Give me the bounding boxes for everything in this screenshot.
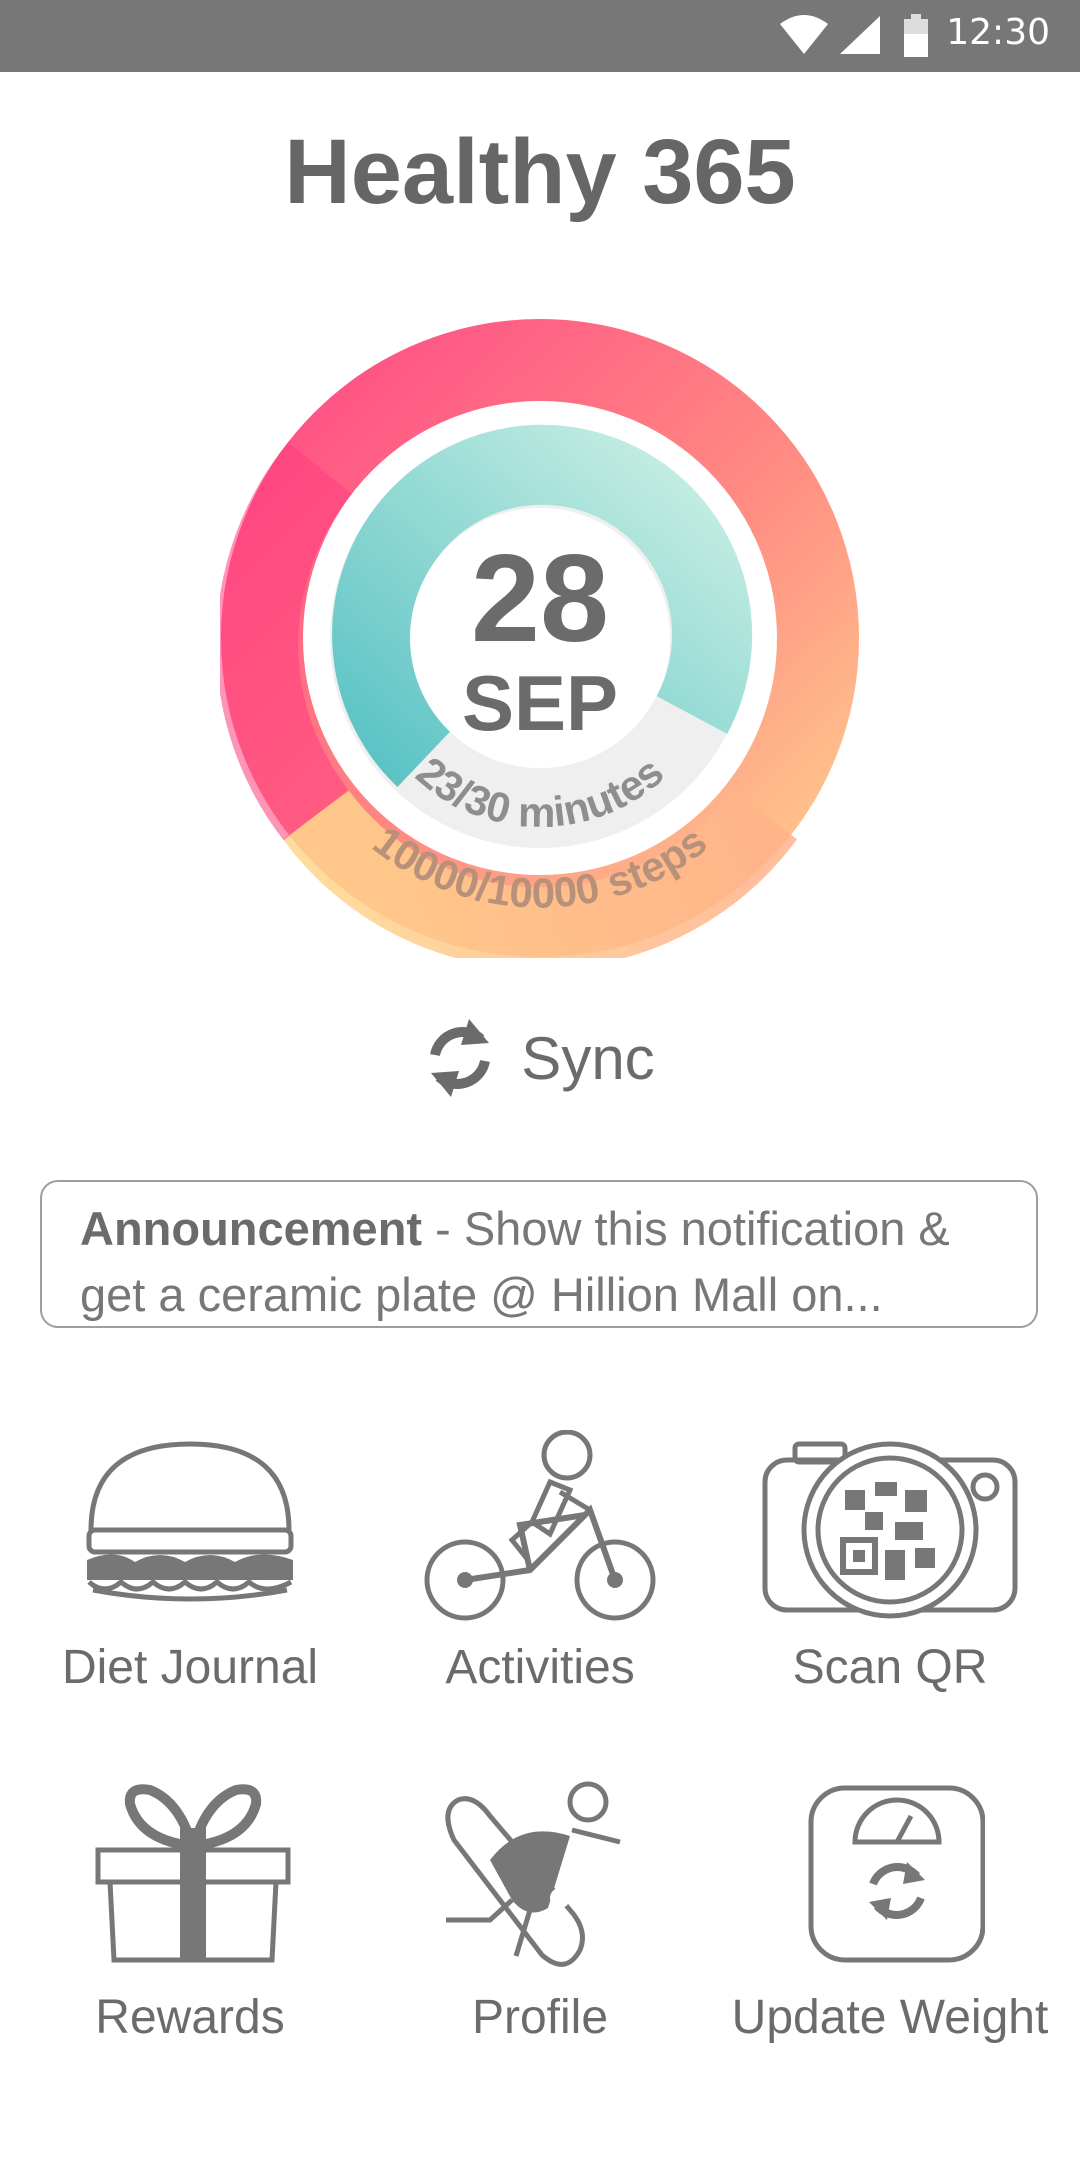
snowboarder-icon bbox=[445, 1781, 621, 1967]
sync-button[interactable]: Sync bbox=[0, 1008, 1080, 1108]
daily-progress-ring[interactable]: 23/30 minutes 10000/10000 steps 28 SEP bbox=[220, 318, 860, 958]
diet-journal-label: Diet Journal bbox=[61, 1641, 319, 1694]
profile-label: Profile bbox=[471, 1991, 609, 2044]
gift-icon bbox=[95, 1784, 291, 1963]
rewards-button[interactable]: Rewards bbox=[20, 1780, 360, 2080]
scan-qr-button[interactable]: Scan QR bbox=[720, 1430, 1060, 1730]
status-time: 12:30 bbox=[946, 12, 1050, 53]
profile-button[interactable]: Profile bbox=[370, 1780, 710, 2080]
activities-button[interactable]: Activities bbox=[370, 1430, 710, 1730]
bicycle-icon bbox=[424, 1430, 656, 1621]
status-bar: 12:30 bbox=[0, 0, 1080, 72]
date-day: 28 bbox=[471, 530, 609, 668]
date-month: SEP bbox=[461, 659, 619, 747]
scale-sync-icon bbox=[808, 1785, 985, 1963]
scan-qr-label: Scan QR bbox=[792, 1641, 988, 1694]
update-weight-label: Update Weight bbox=[731, 1991, 1049, 2044]
wifi-icon bbox=[780, 15, 828, 54]
sync-label: Sync bbox=[521, 1024, 655, 1092]
qr-camera-icon bbox=[762, 1441, 1018, 1619]
burger-icon bbox=[86, 1441, 294, 1602]
rewards-label: Rewards bbox=[95, 1991, 285, 2044]
app-title: Healthy 365 bbox=[284, 121, 796, 223]
sync-icon bbox=[430, 1019, 491, 1097]
announcement-title: Announcement bbox=[80, 1202, 423, 1255]
update-weight-button[interactable]: Update Weight bbox=[720, 1780, 1060, 2080]
diet-journal-button[interactable]: Diet Journal bbox=[20, 1430, 360, 1730]
activities-label: Activities bbox=[445, 1641, 635, 1694]
signal-icon bbox=[840, 16, 880, 54]
battery-icon bbox=[904, 14, 928, 57]
announcement-card[interactable]: Announcement - Show this notification & … bbox=[40, 1180, 1038, 1328]
